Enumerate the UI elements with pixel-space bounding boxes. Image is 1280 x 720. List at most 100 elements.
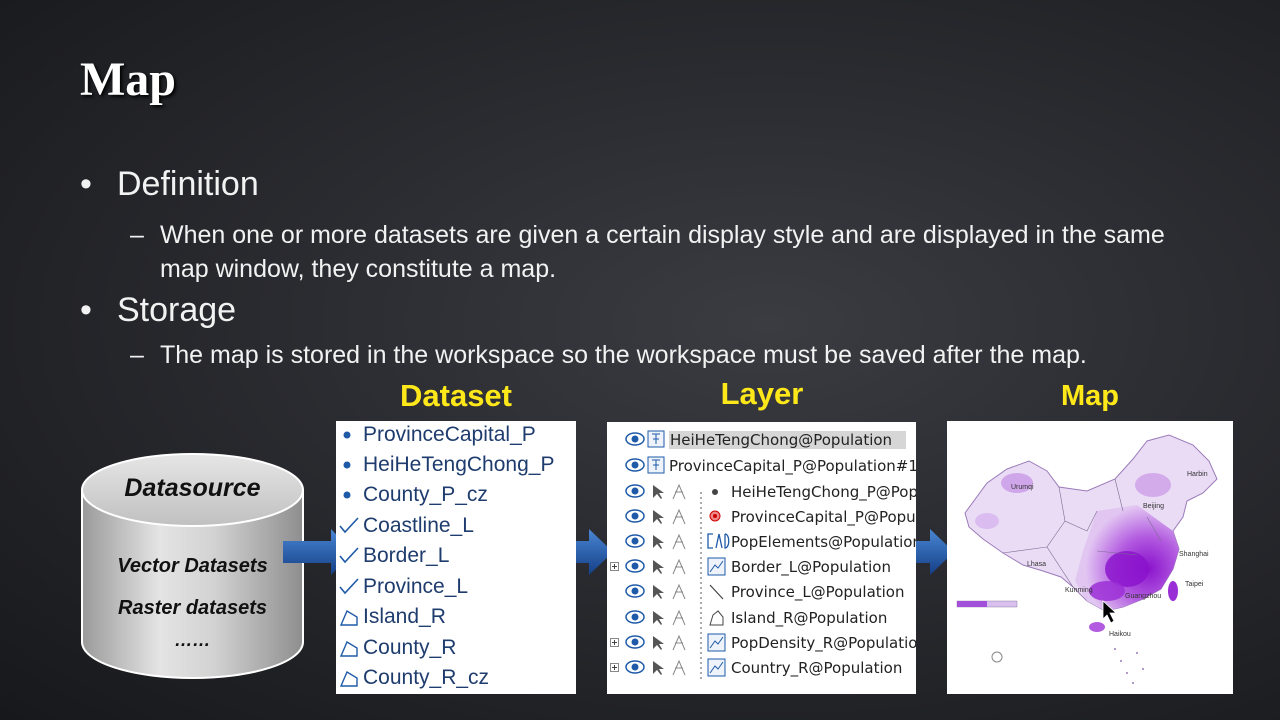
datasource-line: Vector Datasets	[117, 555, 268, 577]
map-window[interactable]: Urumqi Lhasa Harbin Beijing Shanghai Tai…	[947, 421, 1233, 694]
eye-icon[interactable]	[625, 534, 645, 548]
dataset-label: Coastline_L	[363, 514, 474, 537]
heading-dataset: Dataset	[400, 378, 512, 413]
compass-icon	[991, 651, 1003, 663]
dataset-label: County_R	[363, 636, 457, 659]
selectable-editable-icons[interactable]	[651, 533, 691, 551]
map-label: Taipei	[1185, 581, 1204, 588]
layer-label: HeiHeTengChong_P@Population	[731, 483, 916, 501]
thematic-map-icon	[707, 557, 726, 576]
layer-label: PopDensity_R@Population	[731, 634, 916, 652]
layer-item[interactable]: Island_R@Population	[607, 605, 916, 630]
heading-map: Map	[1061, 380, 1119, 412]
map-label: Shanghai	[1179, 551, 1209, 558]
dataset-label: HeiHeTengChong_P	[363, 453, 555, 476]
layer-label: HeiHeTengChong@Population	[669, 431, 907, 449]
region-style-icon	[709, 610, 724, 626]
dataset-label: ProvinceCapital_P	[363, 423, 536, 446]
datasource-title: Datasource	[124, 474, 261, 502]
thematic-map-icon	[707, 658, 726, 677]
map-label: Kunming	[1065, 587, 1093, 594]
layer-item[interactable]: ProvinceCapital_P@Population#1	[607, 453, 916, 478]
bullet-dot: •	[80, 291, 92, 329]
selectable-editable-icons[interactable]	[651, 609, 691, 627]
selectable-editable-icons[interactable]	[651, 558, 691, 576]
map-label: Haikou	[1109, 631, 1131, 638]
point-style-icon	[712, 489, 718, 495]
layer-label: ProvinceCapital_P@Population#1	[669, 457, 916, 475]
eye-icon[interactable]	[625, 458, 645, 472]
layer-group-icon	[647, 456, 665, 474]
map-label: Harbin	[1187, 471, 1208, 478]
point-icon	[343, 431, 351, 439]
eye-icon[interactable]	[625, 559, 645, 573]
selectable-editable-icons[interactable]	[651, 634, 691, 652]
eye-icon[interactable]	[625, 584, 645, 598]
layer-item[interactable]: ProvinceCapital_P@Population	[607, 504, 916, 529]
layer-item[interactable]: Province_L@Population	[607, 579, 916, 604]
legend-bar-fill	[957, 601, 987, 607]
line-icon	[339, 578, 359, 595]
layer-label: Border_L@Population	[731, 558, 891, 576]
sub-text: When one or more datasets are given a ce…	[160, 221, 1165, 283]
layer-label: Country_R@Population	[731, 659, 903, 677]
layer-item[interactable]: PopElements@Population	[607, 529, 916, 554]
selectable-editable-icons[interactable]	[651, 583, 691, 601]
sub-bullet-storage: – The map is stored in the workspace so …	[130, 338, 1220, 372]
datasource-cylinder: Datasource Vector Datasets Raster datase…	[80, 452, 305, 680]
map-label: Lhasa	[1027, 561, 1047, 568]
dataset-label: Island_R	[363, 605, 446, 628]
dataset-label: Province_L	[363, 575, 469, 598]
eye-icon[interactable]	[625, 484, 645, 498]
expand-icon[interactable]	[610, 562, 620, 572]
dataset-label: Border_L	[363, 544, 450, 567]
bullet-storage: • Storage	[80, 291, 236, 330]
capital-symbol-icon	[709, 510, 721, 522]
map-label: Guangzhou	[1125, 593, 1162, 600]
sub-bullet-definition: – When one or more datasets are given a …	[130, 218, 1220, 286]
sub-dash: –	[130, 221, 144, 249]
bullet-definition: • Definition	[80, 165, 259, 204]
point-icon	[343, 461, 351, 469]
heading-layer: Layer	[720, 376, 804, 411]
map-label: Beijing	[1143, 503, 1165, 510]
layer-item[interactable]: HeiHeTengChong@Population	[607, 427, 916, 452]
region-icon	[339, 670, 358, 687]
region-icon	[339, 640, 358, 657]
selectable-editable-icons[interactable]	[651, 483, 691, 501]
layer-label: ProvinceCapital_P@Population	[731, 508, 916, 526]
sub-dash: –	[130, 341, 144, 369]
layer-item[interactable]: Country_R@Population	[607, 655, 916, 680]
slide-title: Map	[80, 53, 176, 106]
eye-icon[interactable]	[625, 432, 645, 446]
datasource-line: Raster datasets	[118, 597, 267, 619]
line-icon	[339, 517, 359, 534]
line-style-icon	[709, 584, 724, 600]
eye-icon[interactable]	[625, 635, 645, 649]
selectable-editable-icons[interactable]	[651, 659, 691, 677]
layer-label: Island_R@Population	[731, 609, 888, 627]
sub-text: The map is stored in the workspace so th…	[160, 341, 1087, 369]
expand-icon[interactable]	[610, 638, 620, 648]
layer-label: Province_L@Population	[731, 583, 905, 601]
cad-icon	[707, 533, 730, 549]
line-icon	[339, 547, 359, 564]
layer-label: PopElements@Population	[731, 533, 916, 551]
map-label: Urumqi	[1011, 484, 1034, 491]
eye-icon[interactable]	[625, 610, 645, 624]
dataset-label: County_P_cz	[363, 483, 488, 506]
bullet-dot: •	[80, 165, 92, 203]
layer-item[interactable]: Border_L@Population	[607, 554, 916, 579]
layer-group-icon	[647, 430, 665, 448]
layer-item[interactable]: HeiHeTengChong_P@Population	[607, 479, 916, 504]
eye-icon[interactable]	[625, 509, 645, 523]
region-icon	[339, 609, 358, 626]
bullet-label: Storage	[117, 291, 237, 329]
expand-icon[interactable]	[610, 663, 620, 673]
dataset-label: County_R_cz	[363, 666, 490, 689]
layer-tree-panel: HeiHeTengChong@Population ProvinceCapita…	[607, 422, 916, 694]
dataset-list-panel: ProvinceCapital_P HeiHeTengChong_P Count…	[336, 421, 576, 694]
layer-item[interactable]: PopDensity_R@Population	[607, 630, 916, 655]
selectable-editable-icons[interactable]	[651, 508, 691, 526]
eye-icon[interactable]	[625, 660, 645, 674]
